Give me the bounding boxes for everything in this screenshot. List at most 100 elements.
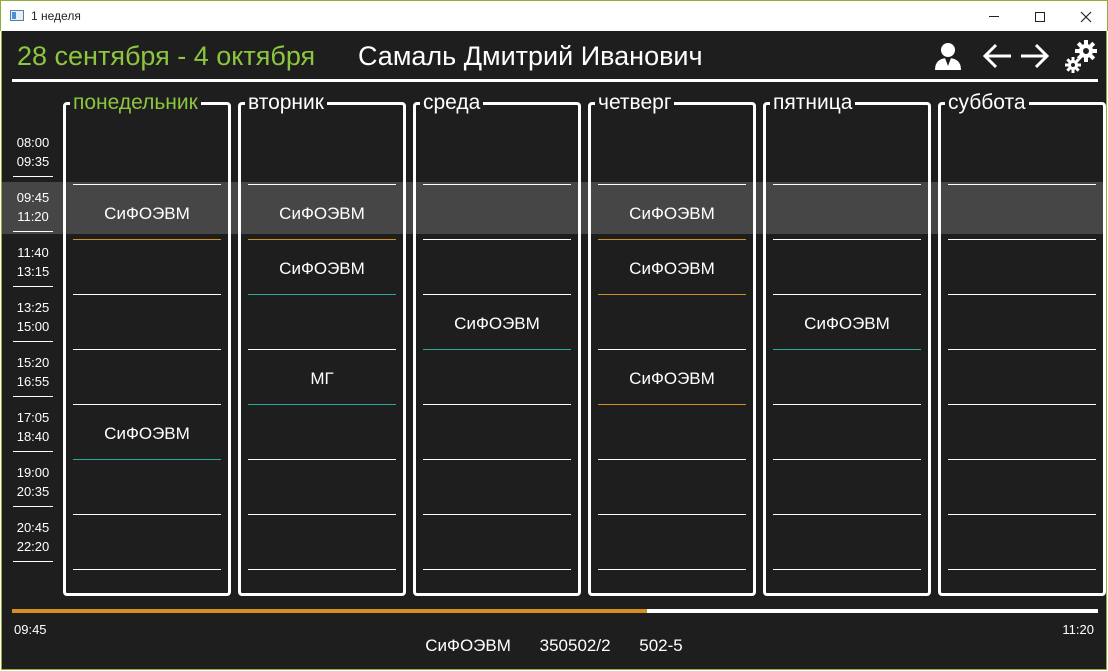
day-label[interactable]: понедельник (70, 92, 201, 114)
lesson-underline (248, 569, 396, 570)
lesson-cell[interactable] (773, 350, 921, 405)
lesson-cell[interactable]: СиФОЭВМ (423, 295, 571, 350)
day-column: четверг СиФОЭВМ СиФОЭВМ СиФОЭВМ (588, 92, 756, 596)
prev-week-button[interactable] (978, 39, 1018, 73)
lesson-underline (598, 569, 746, 570)
lesson-cell[interactable] (598, 460, 746, 515)
lesson-cell[interactable] (948, 295, 1096, 350)
close-button[interactable] (1063, 1, 1108, 32)
current-lesson-info: СиФОЭВМ 350502/2 502-5 (2, 636, 1106, 656)
lesson-subject: СиФОЭВМ (279, 204, 365, 223)
lesson-cell[interactable] (423, 130, 571, 185)
time-slot: 09:45 11:20 (13, 188, 53, 232)
lesson-cell[interactable] (73, 130, 221, 185)
arrow-left-icon (983, 43, 1011, 69)
window-title: 1 неделя (31, 9, 81, 23)
next-week-button[interactable] (1014, 39, 1054, 73)
lesson-cell[interactable] (423, 185, 571, 240)
day-column: понедельник СиФОЭВМ СиФОЭВМ (63, 92, 231, 596)
lesson-cell[interactable] (598, 515, 746, 570)
user-icon (935, 43, 961, 70)
lesson-underline (73, 569, 221, 570)
lesson-cell[interactable]: СиФОЭВМ (773, 295, 921, 350)
time-slot-separator (13, 231, 53, 232)
time-slot: 11:40 13:15 (13, 243, 53, 287)
lesson-cell[interactable] (948, 460, 1096, 515)
day-column: среда СиФОЭВМ (413, 92, 581, 596)
lesson-cell[interactable]: СиФОЭВМ (598, 185, 746, 240)
lesson-underline (948, 569, 1096, 570)
lesson-cell[interactable]: СиФОЭВМ (598, 350, 746, 405)
lesson-cell[interactable] (773, 185, 921, 240)
lesson-cell[interactable]: СиФОЭВМ (248, 240, 396, 295)
time-slot: 20:45 22:20 (13, 518, 53, 562)
lesson-cell[interactable] (948, 405, 1096, 460)
lesson-cell[interactable] (248, 295, 396, 350)
day-label[interactable]: суббота (945, 92, 1029, 114)
time-slot-separator (13, 286, 53, 287)
day-label[interactable]: среда (420, 92, 484, 114)
lesson-cell[interactable] (948, 515, 1096, 570)
lesson-underline (773, 569, 921, 570)
lesson-cell[interactable] (423, 515, 571, 570)
lesson-cell[interactable] (73, 240, 221, 295)
time-slot-start: 09:45 (16, 190, 50, 205)
lesson-cell[interactable] (948, 240, 1096, 295)
lesson-subject: СиФОЭВМ (629, 369, 715, 388)
lesson-cell[interactable] (248, 130, 396, 185)
lesson-cell[interactable] (598, 295, 746, 350)
lesson-cell[interactable] (598, 130, 746, 185)
maximize-button[interactable] (1017, 1, 1063, 32)
time-slot-separator (13, 561, 53, 562)
time-slot: 15:20 16:55 (13, 353, 53, 397)
lesson-cell[interactable] (73, 460, 221, 515)
time-slot-start: 20:45 (16, 520, 50, 535)
day-label[interactable]: четверг (595, 92, 675, 114)
lesson-cell[interactable] (423, 460, 571, 515)
day-column: суббота (938, 92, 1106, 596)
lesson-cell[interactable] (423, 240, 571, 295)
window-title-bar[interactable]: 1 неделя (0, 0, 1108, 31)
lesson-cell[interactable] (773, 460, 921, 515)
lesson-cell[interactable] (948, 130, 1096, 185)
lesson-cell[interactable] (423, 350, 571, 405)
lesson-cell[interactable] (948, 185, 1096, 240)
lesson-subject: СиФОЭВМ (629, 259, 715, 278)
lesson-progress-fill (12, 609, 648, 613)
time-slot-separator (13, 341, 53, 342)
lesson-cell[interactable] (773, 240, 921, 295)
current-lesson-group: 350502/2 (539, 636, 611, 655)
time-slot-start: 08:00 (16, 135, 50, 150)
lesson-cell[interactable] (598, 405, 746, 460)
lesson-cell[interactable] (773, 130, 921, 185)
lesson-cell[interactable] (248, 515, 396, 570)
lesson-cell[interactable]: СиФОЭВМ (598, 240, 746, 295)
time-slot: 08:00 09:35 (13, 133, 53, 177)
lesson-subject: СиФОЭВМ (804, 314, 890, 333)
time-slot-start: 13:25 (16, 300, 50, 315)
lesson-cell[interactable] (248, 405, 396, 460)
minimize-button[interactable] (971, 1, 1017, 32)
time-slot-start: 15:20 (16, 355, 50, 370)
lesson-cell[interactable] (948, 350, 1096, 405)
lesson-cell[interactable] (773, 405, 921, 460)
lesson-subject: СиФОЭВМ (104, 204, 190, 223)
day-label[interactable]: вторник (245, 92, 327, 114)
lesson-cell[interactable]: МГ (248, 350, 396, 405)
lesson-cell[interactable] (73, 350, 221, 405)
lesson-cell[interactable] (73, 295, 221, 350)
lesson-cell[interactable]: СиФОЭВМ (73, 405, 221, 460)
header-divider (12, 79, 1098, 82)
lesson-cell[interactable] (73, 515, 221, 570)
lesson-cell[interactable] (423, 405, 571, 460)
lesson-cell[interactable] (773, 515, 921, 570)
lesson-cell[interactable] (248, 460, 396, 515)
teacher-select-button[interactable] (928, 39, 968, 73)
settings-button[interactable] (1062, 39, 1102, 73)
time-slot-start: 19:00 (16, 465, 50, 480)
lesson-underline (423, 569, 571, 570)
time-slot-end: 22:20 (16, 539, 50, 554)
lesson-cell[interactable]: СиФОЭВМ (248, 185, 396, 240)
lesson-cell[interactable]: СиФОЭВМ (73, 185, 221, 240)
day-label[interactable]: пятница (770, 92, 856, 114)
